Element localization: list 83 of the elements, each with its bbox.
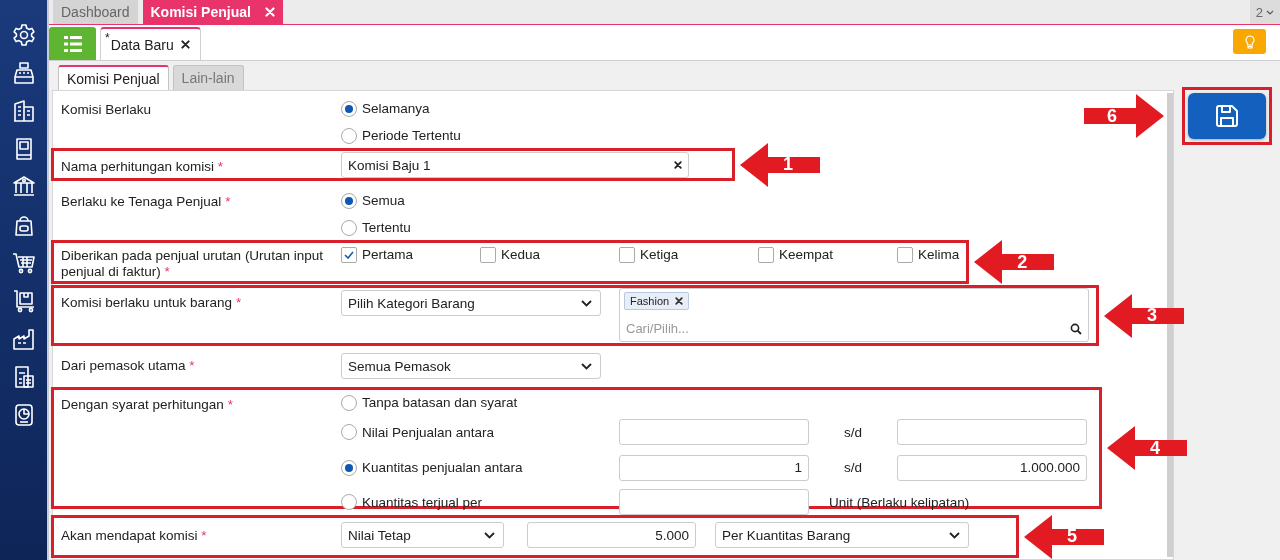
radio-button[interactable] — [341, 100, 357, 117]
list-icon — [63, 35, 82, 52]
list-button[interactable] — [49, 27, 96, 60]
option-label: Pertama — [362, 247, 414, 262]
option-label: Kuantitas terjual per — [362, 494, 483, 510]
save-button[interactable] — [1188, 93, 1266, 139]
cart-icon[interactable] — [11, 251, 36, 275]
unit-note: Unit (Berlaku kelipatan) — [829, 494, 970, 510]
document-tab[interactable]: $^{*}$Data Baru — [100, 27, 201, 60]
chevron-down-icon — [581, 299, 592, 307]
option-label: Ketiga — [640, 247, 679, 262]
radio-button[interactable] — [341, 459, 357, 476]
tab-count-dropdown[interactable]: 2 — [1249, 0, 1280, 24]
checkbox[interactable] — [758, 247, 774, 263]
radio-button[interactable] — [341, 127, 357, 144]
tag-input[interactable]: Fashion Cari/Pilih... — [619, 288, 1089, 342]
close-icon — [675, 297, 684, 305]
option-label: Kelima — [918, 247, 960, 262]
checkmark-icon — [344, 251, 354, 259]
field-label: Diberikan pada penjual urutan (Urutan input penjual di faktur) * — [61, 247, 324, 281]
option-label: Nilai Penjualan antara — [362, 424, 495, 440]
option-label: Keempat — [779, 247, 834, 262]
category-tag[interactable]: Fashion — [624, 292, 690, 310]
input-field[interactable] — [619, 419, 809, 445]
field-label: Nama perhitungan komisi * — [61, 158, 225, 176]
input-field[interactable]: 1.000.000 — [897, 454, 1087, 481]
chevron-down-icon — [949, 531, 960, 539]
callout-number: 2 — [1017, 251, 1028, 273]
field-label: Komisi berlaku untuk barang * — [61, 294, 243, 312]
cash-register-icon[interactable] — [11, 61, 36, 85]
form-tab[interactable]: Komisi Penjual — [58, 65, 169, 90]
callout-number: 6 — [1107, 105, 1117, 127]
checkbox[interactable] — [619, 247, 635, 263]
radio-button[interactable] — [341, 192, 357, 209]
close-icon — [180, 40, 190, 49]
checkbox[interactable] — [341, 247, 357, 263]
option-label: Selamanya — [362, 101, 430, 116]
search-icon — [1070, 322, 1082, 335]
input-field[interactable]: 5.000 — [527, 522, 696, 548]
range-separator: s/d — [843, 424, 863, 440]
gear-icon[interactable] — [11, 23, 36, 47]
option-label: Tanpa batasan dan syarat — [362, 395, 518, 410]
dropdown[interactable]: Nilai Tetap — [341, 522, 504, 548]
chevron-down-icon — [581, 362, 592, 370]
dropdown[interactable]: Semua Pemasok — [341, 353, 601, 379]
checkbox[interactable] — [480, 247, 496, 263]
chevron-down-icon — [1266, 9, 1274, 15]
field-label: Dengan syarat perhitungan * — [61, 396, 234, 414]
bank-icon[interactable] — [11, 175, 36, 199]
option-label: Semua — [362, 193, 405, 208]
option-label: Kedua — [501, 247, 541, 262]
input-field[interactable]: Komisi Baju 1 — [341, 152, 689, 178]
input-field[interactable]: 1 — [619, 454, 809, 481]
radio-button[interactable] — [341, 219, 357, 236]
page-tab[interactable]: Komisi Penjual — [142, 0, 283, 24]
building-icon[interactable] — [11, 99, 36, 123]
trolley-icon[interactable] — [11, 289, 36, 313]
option-label: Kuantitas penjualan antara — [362, 460, 523, 475]
callout-number: 5 — [1067, 526, 1077, 547]
lightbulb-icon — [1244, 34, 1255, 49]
page-tab[interactable]: Dashboard — [53, 0, 138, 24]
input-field[interactable] — [619, 489, 809, 515]
radio-button[interactable] — [341, 494, 357, 510]
factory-icon[interactable] — [11, 327, 36, 351]
callout-number: 1 — [783, 154, 793, 175]
save-icon — [1214, 103, 1240, 129]
field-label: Akan mendapat komisi * — [61, 527, 208, 545]
range-separator: s/d — [843, 460, 863, 475]
checkbox[interactable] — [897, 247, 913, 263]
field-label: Dari pemasok utama * — [61, 357, 196, 375]
radio-button[interactable] — [341, 424, 357, 440]
field-label: Berlaku ke Tenaga Penjual * — [61, 193, 232, 211]
chevron-down-icon — [484, 531, 495, 539]
radio-button[interactable] — [341, 394, 357, 411]
dropdown[interactable]: Per Kuantitas Barang — [715, 522, 969, 548]
input-field[interactable] — [897, 419, 1087, 445]
dropdown[interactable]: Pilih Kategori Barang — [341, 290, 601, 316]
option-label: Periode Tertentu — [362, 128, 461, 143]
callout-number: 3 — [1147, 305, 1157, 326]
option-label: Tertentu — [362, 220, 411, 235]
field-label: Komisi Berlaku — [61, 101, 153, 119]
clear-icon[interactable] — [674, 161, 682, 169]
callout-number: 4 — [1150, 437, 1160, 459]
